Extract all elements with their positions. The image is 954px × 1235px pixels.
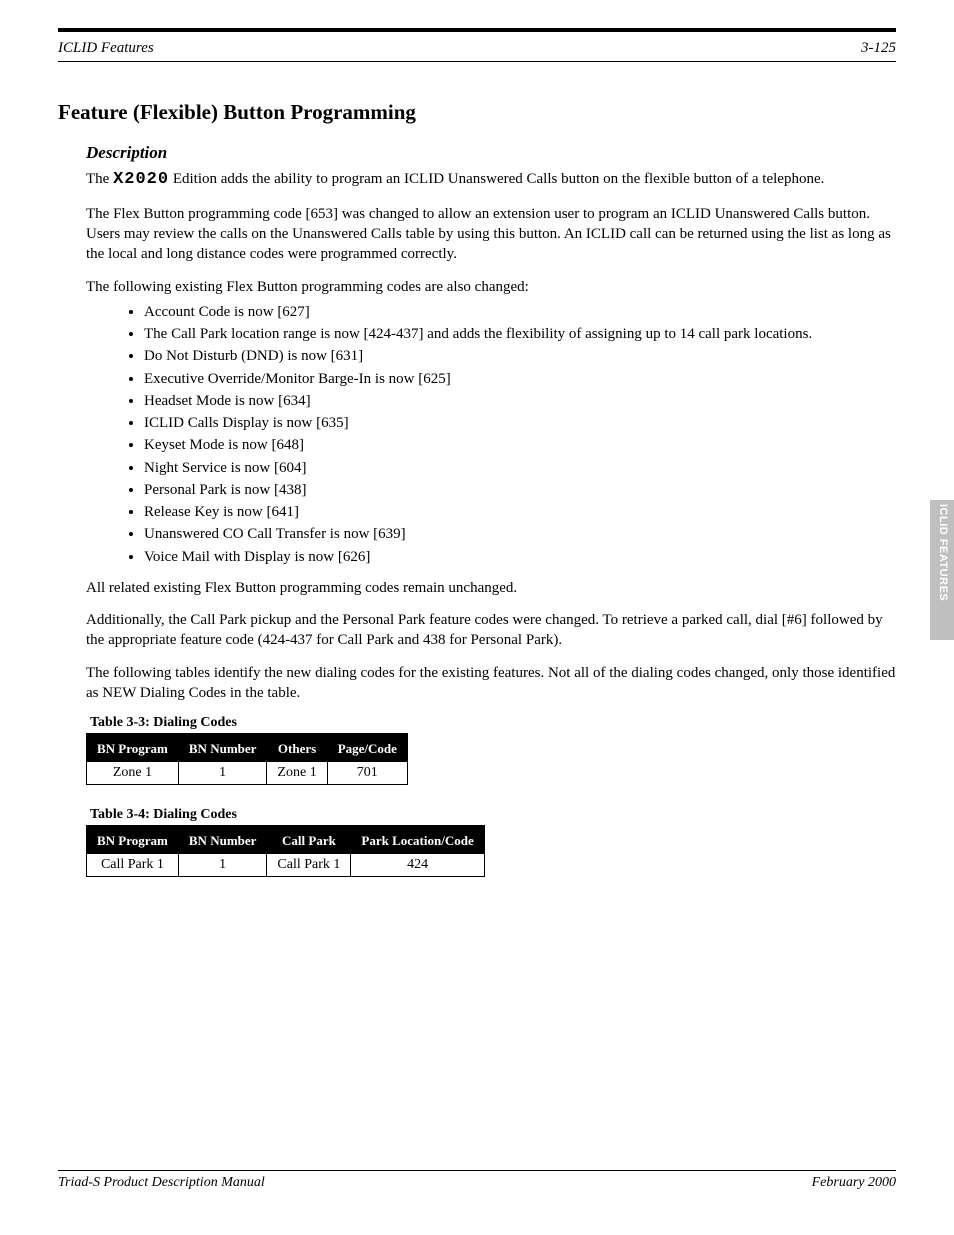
list-item: The Call Park location range is now [424…: [144, 323, 896, 345]
list-item: ICLID Calls Display is now [635]: [144, 412, 896, 434]
footer-right: February 2000: [812, 1175, 896, 1191]
table-caption-text: Dialing Codes: [153, 715, 237, 730]
table-row: Zone 1 1 Zone 1 701: [87, 762, 408, 785]
bullet-list: Account Code is now [627] The Call Park …: [144, 301, 896, 568]
model-code: X2020: [113, 170, 169, 189]
table-header: Page/Code: [327, 735, 407, 762]
footer-left: Triad-S Product Description Manual: [58, 1175, 265, 1191]
list-item: Unanswered CO Call Transfer is now [639]: [144, 523, 896, 545]
side-tab: ICLID FEATURES: [930, 500, 954, 640]
table-header: Call Park: [267, 827, 351, 854]
table-header: Park Location/Code: [351, 827, 484, 854]
table-3-4: Table 3-4: Dialing Codes BN Program BN N…: [86, 807, 896, 877]
list-item: Personal Park is now [438]: [144, 479, 896, 501]
table-header: BN Number: [178, 735, 267, 762]
table-caption-label: Table 3-4:: [90, 807, 153, 822]
list-item: Account Code is now [627]: [144, 301, 896, 323]
page-header: ICLID Features 3-125: [58, 38, 896, 62]
table-header: BN Program: [87, 827, 179, 854]
page-footer: Triad-S Product Description Manual Febru…: [58, 1170, 896, 1191]
section-title: Feature (Flexible) Button Programming: [58, 100, 896, 125]
paragraph-3: The following existing Flex Button progr…: [86, 277, 896, 297]
list-item: Do Not Disturb (DND) is now [631]: [144, 345, 896, 367]
side-tab-label: ICLID FEATURES: [937, 504, 949, 601]
table-caption-text: Dialing Codes: [153, 807, 237, 822]
table-3-3: Table 3-3: Dialing Codes BN Program BN N…: [86, 715, 896, 785]
table-header: BN Program: [87, 735, 179, 762]
header-left: ICLID Features: [58, 40, 154, 57]
table-row: Call Park 1 1 Call Park 1 424: [87, 854, 485, 877]
list-item: Executive Override/Monitor Barge-In is n…: [144, 368, 896, 390]
table-header: Others: [267, 735, 327, 762]
paragraph-4: All related existing Flex Button program…: [86, 578, 896, 598]
paragraph-5: Additionally, the Call Park pickup and t…: [86, 610, 896, 651]
paragraph-2: The Flex Button programming code [653] w…: [86, 204, 896, 265]
list-item: Voice Mail with Display is now [626]: [144, 546, 896, 568]
description-heading: Description: [86, 143, 896, 163]
paragraph-1: The X2020 Edition adds the ability to pr…: [86, 169, 896, 192]
list-item: Headset Mode is now [634]: [144, 390, 896, 412]
table-header: BN Number: [178, 827, 267, 854]
list-item: Night Service is now [604]: [144, 457, 896, 479]
list-item: Keyset Mode is now [648]: [144, 434, 896, 456]
list-item: Release Key is now [641]: [144, 501, 896, 523]
paragraph-6: The following tables identify the new di…: [86, 663, 896, 704]
table-caption-label: Table 3-3:: [90, 715, 153, 730]
header-right: 3-125: [861, 40, 896, 57]
